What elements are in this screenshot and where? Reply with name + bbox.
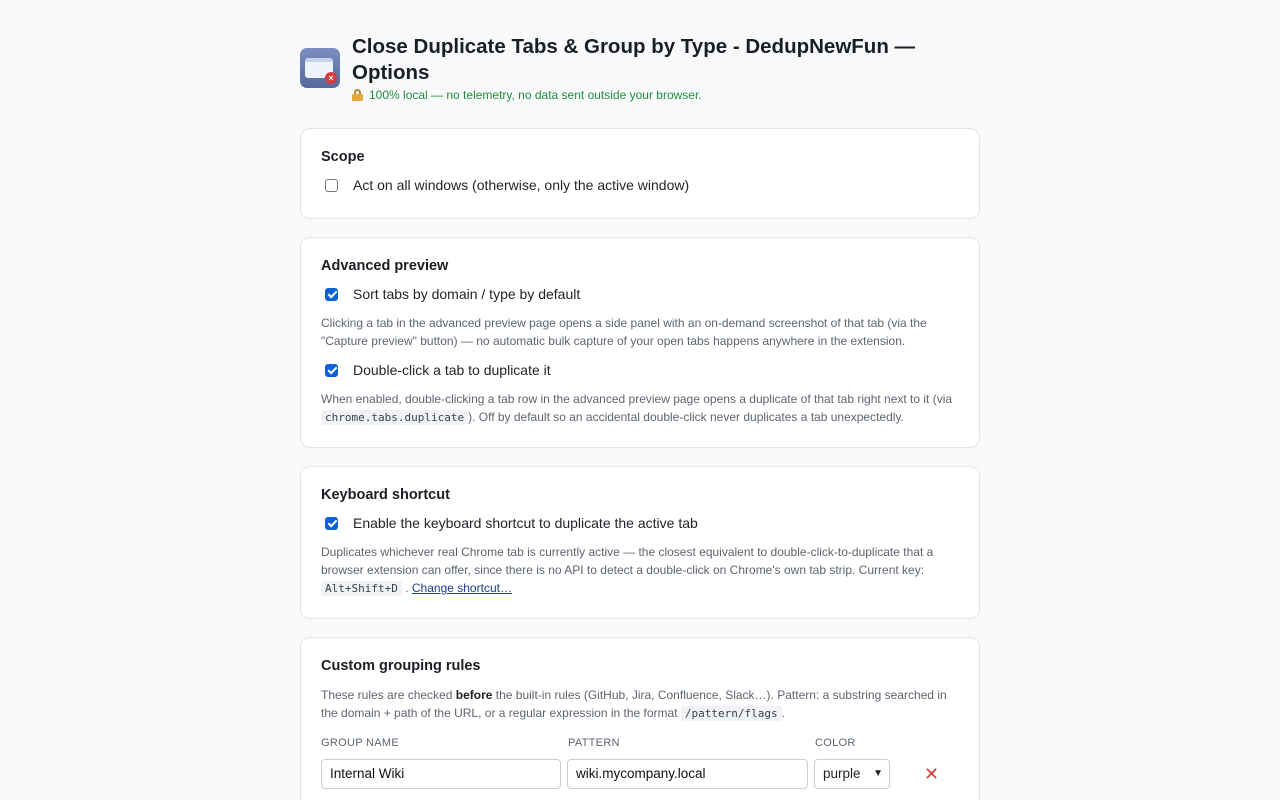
change-shortcut-link[interactable]: Change shortcut… <box>412 581 512 595</box>
page-header: × Close Duplicate Tabs & Group by Type -… <box>300 34 980 102</box>
rules-table-header: GROUP NAME PATTERN COLOR <box>321 737 959 749</box>
advanced-preview-section: Advanced preview Sort tabs by domain / t… <box>300 237 980 448</box>
pattern-format-code: /pattern/flags <box>680 706 782 721</box>
advanced-preview-heading: Advanced preview <box>321 258 449 274</box>
extension-logo-icon: × <box>300 48 340 88</box>
custom-rules-help: These rules are checked before the built… <box>321 686 959 723</box>
sort-by-domain-label: Sort tabs by domain / type by default <box>353 286 581 302</box>
custom-rules-help-bold: before <box>455 688 493 702</box>
privacy-note: 100% local — no telemetry, no data sent … <box>352 88 980 102</box>
scope-section: Scope Act on all windows (otherwise, onl… <box>300 128 980 219</box>
sort-help-text: Clicking a tab in the advanced preview p… <box>321 316 927 348</box>
current-shortcut-key: Alt+Shift+D <box>321 581 402 596</box>
custom-rules-section: Custom grouping rules These rules are ch… <box>300 637 980 800</box>
pattern-input[interactable]: wiki.mycompany.local <box>567 759 808 789</box>
keyboard-shortcut-heading: Keyboard shortcut <box>321 487 450 503</box>
lock-icon <box>352 89 363 101</box>
all-windows-option[interactable]: Act on all windows (otherwise, only the … <box>321 177 959 193</box>
dblclick-duplicate-option[interactable]: Double-click a tab to duplicate it <box>321 362 959 378</box>
dblclick-duplicate-checkbox[interactable] <box>325 363 338 377</box>
dblclick-help-after: ). Off by default so an accidental doubl… <box>468 410 904 424</box>
all-windows-label: Act on all windows (otherwise, only the … <box>353 177 690 193</box>
col-pattern: PATTERN <box>568 737 620 749</box>
shortcut-separator: . <box>405 581 409 595</box>
group-name-input[interactable]: Internal Wiki <box>321 759 561 789</box>
page-title: Close Duplicate Tabs & Group by Type - D… <box>352 35 916 84</box>
table-row: Internal Wiki wiki.mycompany.local purpl… <box>321 759 959 789</box>
shortcut-help-text: Duplicates whichever real Chrome tab is … <box>321 543 959 598</box>
color-select[interactable]: purple ▼ <box>814 759 890 789</box>
options-page: × Close Duplicate Tabs & Group by Type -… <box>300 0 980 800</box>
color-select-value: purple <box>823 766 861 781</box>
custom-rules-help-before: These rules are checked <box>321 688 453 702</box>
shortcut-help-body: Duplicates whichever real Chrome tab is … <box>321 545 934 577</box>
privacy-note-text: 100% local — no telemetry, no data sent … <box>369 88 702 102</box>
enable-shortcut-label: Enable the keyboard shortcut to duplicat… <box>353 515 698 531</box>
dblclick-duplicate-label: Double-click a tab to duplicate it <box>353 362 551 378</box>
enable-shortcut-checkbox[interactable] <box>325 516 338 530</box>
dblclick-help-text: When enabled, double-clicking a tab row … <box>321 390 959 427</box>
col-group-name: GROUP NAME <box>321 737 399 749</box>
chevron-down-icon: ▼ <box>873 768 883 779</box>
delete-rule-icon[interactable]: ✕ <box>924 759 939 789</box>
keyboard-shortcut-section: Keyboard shortcut Enable the keyboard sh… <box>300 466 980 619</box>
custom-rules-help-after: . <box>781 706 785 720</box>
sort-by-domain-option[interactable]: Sort tabs by domain / type by default <box>321 286 959 302</box>
sort-by-domain-checkbox[interactable] <box>325 287 338 301</box>
col-color: COLOR <box>815 737 856 749</box>
scope-heading: Scope <box>321 149 365 165</box>
duplicate-api-code: chrome.tabs.duplicate <box>321 410 469 425</box>
dblclick-help-before: When enabled, double-clicking a tab row … <box>321 392 953 406</box>
custom-rules-heading: Custom grouping rules <box>321 658 481 674</box>
all-windows-checkbox[interactable] <box>325 178 338 192</box>
enable-shortcut-option[interactable]: Enable the keyboard shortcut to duplicat… <box>321 515 959 531</box>
